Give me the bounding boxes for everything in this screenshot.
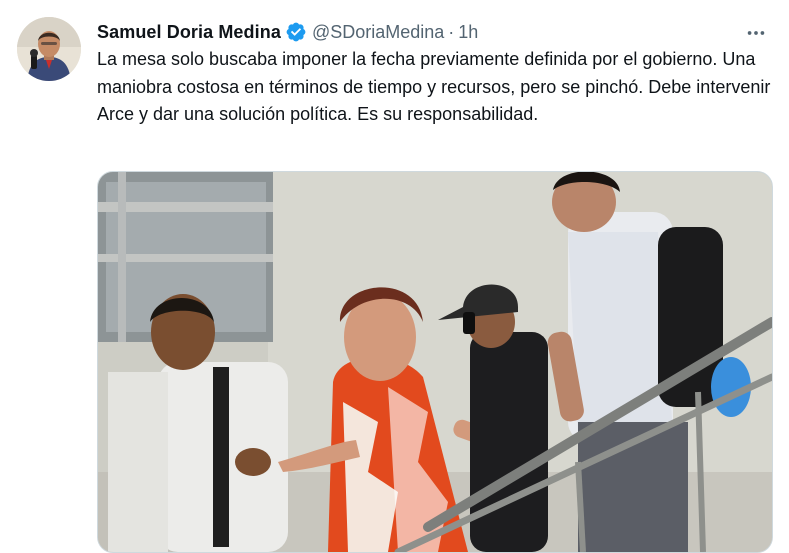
header-separator: · [448,21,455,42]
more-horizontal-icon [747,31,765,35]
tweet-photo[interactable] [97,171,773,553]
avatar-image [17,17,81,81]
more-options-button[interactable] [741,18,771,48]
author-name[interactable]: Samuel Doria Medina [97,22,281,43]
tweet-timestamp[interactable]: 1h [458,22,478,43]
author-handle[interactable]: @SDoriaMedina [312,22,444,43]
tweet-card[interactable]: Samuel Doria Medina @SDoriaMedina · 1h L… [0,0,789,553]
tweet-text: La mesa solo buscaba imponer la fecha pr… [97,49,771,124]
photo-people-on-stairs [98,172,772,552]
verified-badge-icon [285,21,307,43]
avatar[interactable] [17,17,81,81]
tweet-header: Samuel Doria Medina @SDoriaMedina · 1h [97,20,478,44]
